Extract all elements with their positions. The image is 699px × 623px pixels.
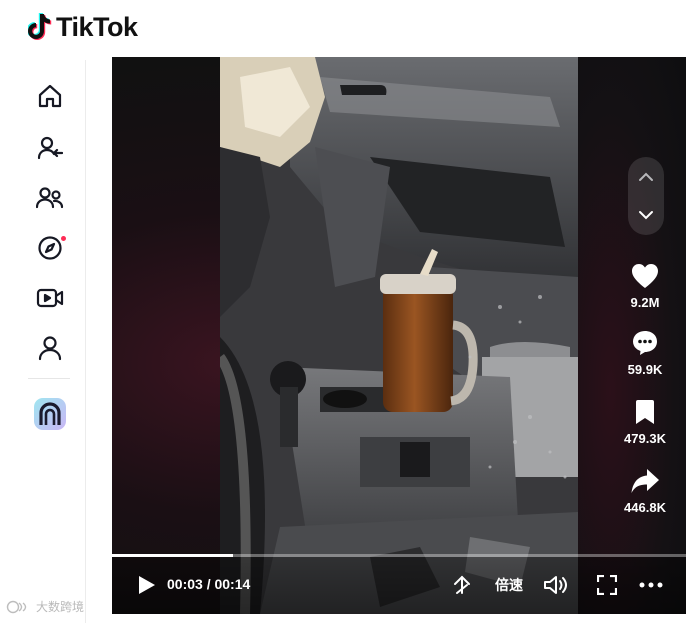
following-icon [37,136,63,160]
save-count: 479.3K [624,431,666,446]
friends-icon [36,187,64,209]
bookmark-icon [636,400,654,424]
share-count: 446.8K [624,500,666,515]
brand-name: TikTok [56,11,138,42]
sidebar-nav [18,60,86,623]
video-nav-arrows [628,157,664,235]
volume-icon [544,576,567,594]
more-options-button[interactable] [636,571,666,599]
comment-button[interactable]: 59.9K [618,328,672,377]
home-icon [38,84,62,108]
playback-speed-button[interactable]: 倍速 [488,571,530,599]
watermark-logo-icon [6,600,27,613]
share-button[interactable]: 446.8K [618,466,672,515]
top-header: TikTok [0,0,699,56]
fullscreen-button[interactable] [594,571,620,599]
tiktok-logo[interactable]: TikTok [26,10,138,44]
tiktok-note-icon [26,12,52,42]
share-arrow-icon [631,469,659,493]
chevron-down-icon [639,211,653,220]
like-button[interactable]: 9.2M [618,261,672,310]
more-icon [639,582,663,588]
play-icon [139,576,155,594]
sidebar-item-live[interactable] [32,280,68,316]
quality-button[interactable] [450,571,476,599]
notification-dot [61,236,66,241]
live-icon [36,288,64,308]
time-display: 00:03 / 00:14 [167,576,251,592]
next-video-button[interactable] [628,197,664,233]
comment-count: 59.9K [627,362,663,377]
watermark-text: 大数跨境 [36,600,85,614]
comment-icon [633,331,657,355]
sidebar-item-home[interactable] [32,78,68,114]
like-count: 9.2M [630,295,660,310]
sidebar-item-mini-app[interactable] [32,396,68,432]
sidebar-item-following[interactable] [32,130,68,166]
sidebar-divider [28,378,70,379]
speed-label: 倍速 [495,577,523,593]
mini-app-icon [34,398,66,430]
previous-video-button[interactable] [628,159,664,195]
fullscreen-icon [597,575,617,595]
profile-icon [38,336,62,361]
source-watermark: 大数跨境 [6,598,84,615]
heart-icon [632,264,658,288]
explore-icon [38,236,62,260]
sidebar-item-friends[interactable] [32,180,68,216]
chevron-up-icon [639,172,653,181]
player-controls: 00:03 / 00:14 倍速 [112,557,686,614]
play-button[interactable] [134,573,158,597]
sidebar-item-profile[interactable] [32,330,68,366]
hd-icon [454,575,470,594]
save-button[interactable]: 479.3K [618,397,672,446]
volume-button[interactable] [542,571,570,599]
video-player[interactable]: 9.2M 59.9K 479.3K 446.8K 00:03 / 00:14 倍… [112,57,686,614]
video-frame-image [220,57,578,614]
sidebar-item-explore[interactable] [32,230,68,266]
